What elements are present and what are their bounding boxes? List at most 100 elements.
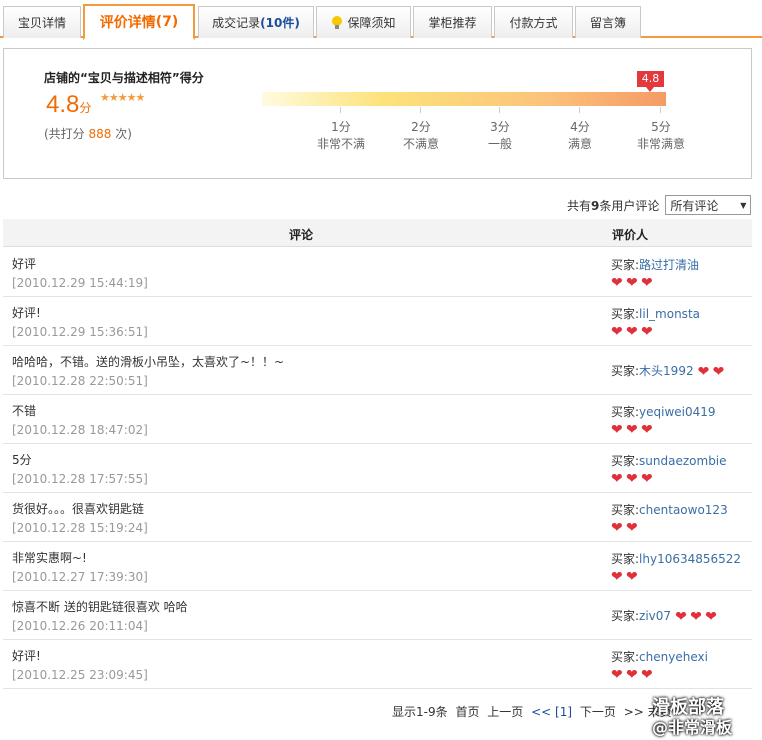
buyer-name-link[interactable]: chentaowo123 (639, 503, 728, 517)
reviewer: 买家:yeqiwei0419 ❤ ❤ ❤ (611, 403, 716, 437)
reviewer: 买家:chenyehexi ❤ ❤ ❤ (611, 648, 708, 682)
credit-hearts[interactable]: ❤ ❤ (611, 521, 728, 535)
credit-hearts[interactable]: ❤ ❤ ❤ (611, 276, 699, 290)
tab-label: 付款方式 (509, 16, 558, 30)
credit-hearts[interactable]: ❤ ❤ ❤ (611, 668, 708, 682)
review-date: [2010.12.28 22:50:51] (12, 374, 148, 388)
heart-icon: ❤ (641, 324, 653, 340)
review-comment: 非常实惠啊~! (12, 551, 87, 565)
heart-icon: ❤ (626, 520, 638, 536)
heart-icon: ❤ (626, 324, 638, 340)
buyer-label: 买家: (611, 307, 640, 321)
rating-total: (共打分 888 次) (44, 125, 132, 142)
tab-recommend[interactable]: 掌柜推荐 (413, 6, 492, 38)
buyer-label: 买家: (611, 609, 640, 623)
review-type-select[interactable]: 所有评论 ▼ (665, 195, 752, 215)
heart-icon: ❤ (626, 569, 638, 585)
buyer-name-link[interactable]: 木头1992 (639, 364, 694, 378)
buyer-name-link[interactable]: sundaezombie (639, 454, 726, 468)
heart-icon: ❤ (690, 608, 702, 625)
buyer-name-link[interactable]: lil_monsta (639, 307, 700, 321)
rating-marker: 4.8 (637, 71, 664, 92)
buyer-label: 买家: (611, 650, 640, 664)
buyer-label: 买家: (611, 503, 640, 517)
scale-score: 4分 (570, 120, 590, 134)
scale-label: 非常满意 (636, 137, 685, 151)
heart-icon: ❤ (626, 667, 638, 683)
scale-level-2: 2分 不满意 (381, 107, 461, 153)
reviewer: 买家:chentaowo123 ❤ ❤ (611, 501, 728, 535)
credit-hearts[interactable]: ❤ ❤ ❤ (611, 423, 716, 437)
buyer-label: 买家: (611, 405, 640, 419)
scale-label: 满意 (567, 137, 592, 151)
credit-hearts[interactable]: ❤ ❤ ❤ (611, 472, 727, 486)
heart-icon: ❤ (675, 608, 687, 625)
heart-icon: ❤ (641, 422, 653, 438)
tab-guarantee[interactable]: 保障须知 (316, 6, 411, 38)
tab-reviews[interactable]: 评价详情 (7) (83, 4, 195, 40)
scale-level-3: 3分 一般 (460, 107, 540, 153)
current-page[interactable]: << [1] (531, 705, 572, 719)
buyer-name-link[interactable]: chenyehexi (639, 650, 708, 664)
buyer-label: 买家: (611, 364, 640, 378)
scale-label: 一般 (487, 137, 512, 151)
buyer-name-link[interactable]: lhy10634856522 (639, 552, 741, 566)
first-page-link[interactable]: 首页 (455, 705, 479, 719)
review-comment: 不错 (12, 404, 37, 418)
rating-summary: 店铺的“宝贝与描述相符”得分 4.8分 ★★★★★ (共打分 888 次) 4.… (3, 48, 752, 179)
review-comment: 好评! (12, 649, 41, 663)
scale-level-1: 1分 非常不满 (301, 107, 381, 153)
rating-bar (262, 92, 666, 106)
review-date: [2010.12.29 15:36:51] (12, 325, 148, 339)
tab-payment[interactable]: 付款方式 (494, 6, 573, 38)
tab-label: 宝贝详情 (17, 16, 66, 30)
buyer-name-link[interactable]: 路过打清油 (639, 258, 699, 272)
tab-guestbook[interactable]: 留言簿 (575, 6, 641, 38)
heart-icon: ❤ (626, 422, 638, 438)
reviewer: 买家:sundaezombie ❤ ❤ ❤ (611, 452, 727, 486)
table-row: 好评! [2010.12.29 15:36:51] 买家:lil_monsta ❤ ❤ ❤ (3, 297, 752, 346)
table-row: 哈哈哈，不错。送的滑板小吊坠，太喜欢了~！！~ [2010.12.28 22:50… (3, 346, 752, 395)
next-page-link[interactable]: 下一页 (580, 705, 616, 719)
heart-icon: ❤ (641, 275, 653, 291)
review-date: [2010.12.25 23:09:45] (12, 668, 148, 682)
credit-hearts[interactable]: ❤ ❤ ❤ (675, 610, 720, 624)
rating-number: 4.8 (46, 91, 80, 118)
tab-item-details[interactable]: 宝贝详情 (3, 6, 81, 38)
buyer-name-link[interactable]: yeqiwei0419 (639, 405, 716, 419)
credit-hearts[interactable]: ❤ ❤ (611, 570, 741, 584)
star-rating-icon: ★★★★★ (100, 91, 145, 104)
review-date: [2010.12.26 20:11:04] (12, 619, 148, 633)
heart-icon: ❤ (611, 275, 623, 291)
rating-title: 店铺的“宝贝与描述相符”得分 (44, 71, 204, 85)
heart-icon: ❤ (641, 471, 653, 487)
buyer-name-link[interactable]: ziv07 (639, 609, 671, 623)
review-date: [2010.12.27 17:39:30] (12, 570, 148, 584)
prev-page-link[interactable]: 上一页 (487, 705, 523, 719)
credit-hearts[interactable]: ❤ ❤ (698, 365, 728, 379)
review-comment: 哈哈哈，不错。送的滑板小吊坠，太喜欢了~！！~ (12, 355, 285, 369)
scale-tick (340, 107, 341, 113)
count-prefix: 共有 (567, 198, 592, 213)
count-suffix: 条用户评论 (599, 198, 660, 213)
reviewer: 买家:lil_monsta ❤ ❤ ❤ (611, 305, 700, 339)
watermark-logo: 滑板部落 @非常滑板 (640, 694, 762, 740)
tab-count: (7) (155, 14, 179, 30)
heart-icon: ❤ (611, 520, 623, 536)
table-row: 好评! [2010.12.25 23:09:45] 买家:chenyehexi ❤ ❤ ❤ (3, 640, 752, 689)
tab-count: (10件) (260, 16, 300, 30)
review-date: [2010.12.28 17:57:55] (12, 472, 148, 486)
tab-transactions[interactable]: 成交记录 (10件) (198, 6, 314, 38)
reviewer: 买家:路过打清油 ❤ ❤ ❤ (611, 256, 699, 290)
heart-icon: ❤ (697, 363, 710, 380)
review-comment: 好评! (12, 306, 41, 320)
table-header: 评论 评价人 (3, 219, 752, 247)
credit-hearts[interactable]: ❤ ❤ ❤ (611, 325, 700, 339)
heart-icon: ❤ (611, 422, 623, 438)
chevron-down-icon: ▼ (740, 200, 747, 210)
review-comment: 5分 (12, 453, 32, 467)
tab-label: 掌柜推荐 (428, 16, 477, 30)
scale-level-5: 5分 非常满意 (621, 107, 701, 153)
heart-icon: ❤ (611, 471, 623, 487)
page-range: 显示1-9条 (392, 705, 448, 719)
